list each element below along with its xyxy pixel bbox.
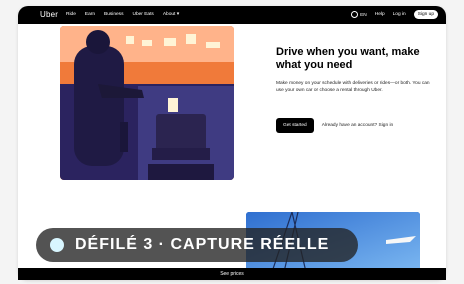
nav-link-earn[interactable]: Earn xyxy=(85,12,95,17)
hero-text: Drive when you want, make what you need … xyxy=(276,46,436,94)
chevron-down-icon: ▾ xyxy=(176,12,180,17)
see-prices-bar[interactable]: See prices xyxy=(18,268,446,280)
sign-in-link[interactable]: Already have an account? Sign in xyxy=(322,123,393,128)
see-prices-link[interactable]: See prices xyxy=(220,271,244,277)
nav-links: Ride Earn Business Uber Eats About ▾ xyxy=(66,12,179,17)
globe-icon xyxy=(351,11,359,18)
overlay-badge: DÉFILÉ 3 · CAPTURE RÉELLE xyxy=(36,228,358,262)
language-selector[interactable]: EN xyxy=(351,11,367,18)
hero-description: Make money on your schedule with deliver… xyxy=(276,81,430,93)
language-label: EN xyxy=(360,12,367,18)
nav-right: EN Help Log in Sign up xyxy=(351,10,438,19)
top-navigation: Uber Ride Earn Business Uber Eats About … xyxy=(18,6,446,24)
hero-illustration xyxy=(60,26,234,180)
hero-actions: Get started Already have an account? Sig… xyxy=(276,118,393,133)
nav-link-about[interactable]: About ▾ xyxy=(163,12,179,17)
nav-link-about-label: About xyxy=(162,12,176,17)
nav-link-ride[interactable]: Ride xyxy=(66,12,76,17)
help-link[interactable]: Help xyxy=(375,12,385,17)
uber-logo[interactable]: Uber xyxy=(40,10,58,19)
login-link[interactable]: Log in xyxy=(393,12,406,17)
overlay-badge-text: DÉFILÉ 3 · CAPTURE RÉELLE xyxy=(75,236,330,253)
nav-link-uber-eats[interactable]: Uber Eats xyxy=(132,12,153,17)
nav-link-business[interactable]: Business xyxy=(104,12,123,17)
signup-button[interactable]: Sign up xyxy=(413,10,438,19)
get-started-button[interactable]: Get started xyxy=(276,118,314,133)
page-title: Drive when you want, make what you need xyxy=(276,46,420,71)
status-dot-icon xyxy=(50,238,64,252)
